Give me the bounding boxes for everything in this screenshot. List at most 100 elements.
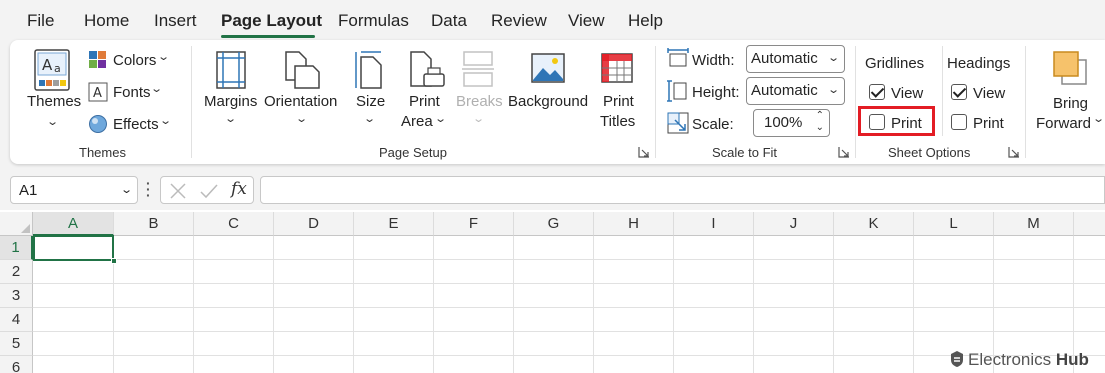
chevron-down-icon: ⌄ <box>224 113 238 125</box>
column-header-d[interactable]: D <box>274 212 354 236</box>
row-header-6[interactable]: 6 <box>0 356 33 373</box>
menu-review[interactable]: Review <box>491 11 547 31</box>
selected-cell-a1[interactable] <box>33 235 114 261</box>
column-header-k[interactable]: K <box>834 212 914 236</box>
electronics-hub-logo-icon <box>951 351 963 367</box>
menu-help[interactable]: Help <box>628 11 663 31</box>
gridline <box>33 259 1105 260</box>
print-titles-label-1: Print <box>603 93 634 110</box>
group-divider <box>655 46 656 158</box>
menu-view[interactable]: View <box>568 11 605 31</box>
chevron-down-icon: ⌄ <box>295 113 309 125</box>
column-header-a[interactable]: A <box>33 212 114 236</box>
more-options-icon[interactable]: · · · <box>146 176 151 202</box>
chevron-down-icon: ⌄ <box>1092 113 1105 125</box>
scale-spinner[interactable]: 100% ⌃ ⌄ <box>753 109 830 137</box>
row-header-4[interactable]: 4 <box>0 308 33 332</box>
gridline <box>273 236 274 373</box>
scale-icon <box>667 112 689 134</box>
column-header-f[interactable]: F <box>434 212 514 236</box>
headings-heading: Headings <box>947 55 1011 72</box>
size-label: Size <box>356 93 386 110</box>
column-header-e[interactable]: E <box>354 212 434 236</box>
breaks-icon <box>462 51 494 87</box>
row-header-5[interactable]: 5 <box>0 332 33 356</box>
group-divider <box>855 46 856 158</box>
gridline <box>33 307 1105 308</box>
headings-print-checkbox[interactable] <box>951 114 967 130</box>
bring-forward-label-1: Bring <box>1053 95 1089 112</box>
menu-page-layout[interactable]: Page Layout <box>221 11 322 31</box>
group-divider <box>1025 46 1026 158</box>
themes-group-label: Themes <box>79 145 126 160</box>
height-dropdown[interactable]: Automatic ⌄ <box>746 77 845 105</box>
chevron-down-icon: ⌄ <box>150 83 164 95</box>
dialog-launcher-icon[interactable] <box>638 146 650 158</box>
themes-label: Themes <box>27 93 82 110</box>
chevron-down-icon: ⌄ <box>363 113 377 125</box>
gridline <box>33 283 1105 284</box>
gridline <box>33 331 1105 332</box>
sheet-options-group-label: Sheet Options <box>888 145 971 160</box>
column-header-n[interactable] <box>1074 212 1105 236</box>
name-box[interactable]: A1 ⌄ <box>10 176 138 204</box>
cancel-icon[interactable] <box>169 182 187 200</box>
watermark-brand-bold: Hub <box>1055 350 1089 369</box>
spinner-arrows-icon[interactable]: ⌃ ⌄ <box>816 110 824 134</box>
active-tab-indicator <box>221 35 315 38</box>
print-area-icon <box>410 51 445 87</box>
scale-to-fit-group-label: Scale to Fit <box>712 145 778 160</box>
menu-home[interactable]: Home <box>84 11 129 31</box>
formula-tools: fx <box>160 176 254 204</box>
width-dropdown[interactable]: Automatic ⌄ <box>746 45 845 73</box>
colors-icon <box>89 51 106 68</box>
column-header-h[interactable]: H <box>594 212 674 236</box>
gridlines-view-checkbox[interactable] <box>869 84 885 100</box>
scale-value: 100% <box>764 114 803 131</box>
menu-data[interactable]: Data <box>431 11 467 31</box>
width-value: Automatic <box>751 50 818 67</box>
column-header-l[interactable]: L <box>914 212 994 236</box>
row-header-1[interactable]: 1 <box>0 236 33 260</box>
column-header-g[interactable]: G <box>514 212 594 236</box>
dialog-launcher-icon[interactable] <box>838 146 850 158</box>
enter-icon[interactable] <box>199 182 219 200</box>
chevron-down-icon: ⌄ <box>826 84 840 96</box>
dialog-launcher-icon[interactable] <box>1008 146 1020 158</box>
chevron-down-icon: ⌄ <box>159 115 173 127</box>
fill-handle[interactable] <box>111 258 117 264</box>
gridline <box>593 236 594 373</box>
headings-view-checkbox[interactable] <box>951 84 967 100</box>
select-all-button[interactable] <box>0 212 33 236</box>
menu-formulas[interactable]: Formulas <box>338 11 409 31</box>
menu-insert[interactable]: Insert <box>154 11 197 31</box>
print-titles-icon <box>601 53 633 83</box>
gridline <box>833 236 834 373</box>
page-setup-group-label: Page Setup <box>379 145 447 160</box>
gridline <box>33 355 1105 356</box>
menu-bar: File Home Insert Page Layout Formulas Da… <box>0 0 1105 40</box>
gridline <box>513 236 514 373</box>
column-header-j[interactable]: J <box>754 212 834 236</box>
chevron-down-icon: ⌄ <box>46 116 60 128</box>
breaks-label: Breaks <box>456 93 503 110</box>
fonts-label: Fonts <box>113 84 151 101</box>
width-label: Width: <box>692 52 735 69</box>
background-label: Background <box>508 93 589 110</box>
menu-file[interactable]: File <box>27 11 54 31</box>
gridlines-print-highlight <box>858 106 935 136</box>
insert-function-icon[interactable]: fx <box>231 179 247 199</box>
row-header-3[interactable]: 3 <box>0 284 33 308</box>
margins-label: Margins <box>204 93 258 110</box>
headings-view-label: View <box>973 85 1006 102</box>
column-header-i[interactable]: I <box>674 212 754 236</box>
margins-icon <box>216 51 246 89</box>
chevron-down-icon: ⌄ <box>157 51 171 63</box>
height-icon <box>667 80 687 102</box>
row-header-2[interactable]: 2 <box>0 260 33 284</box>
formula-input[interactable] <box>260 176 1105 204</box>
gridline <box>913 236 914 373</box>
column-header-b[interactable]: B <box>114 212 194 236</box>
column-header-c[interactable]: C <box>194 212 274 236</box>
column-header-m[interactable]: M <box>994 212 1074 236</box>
